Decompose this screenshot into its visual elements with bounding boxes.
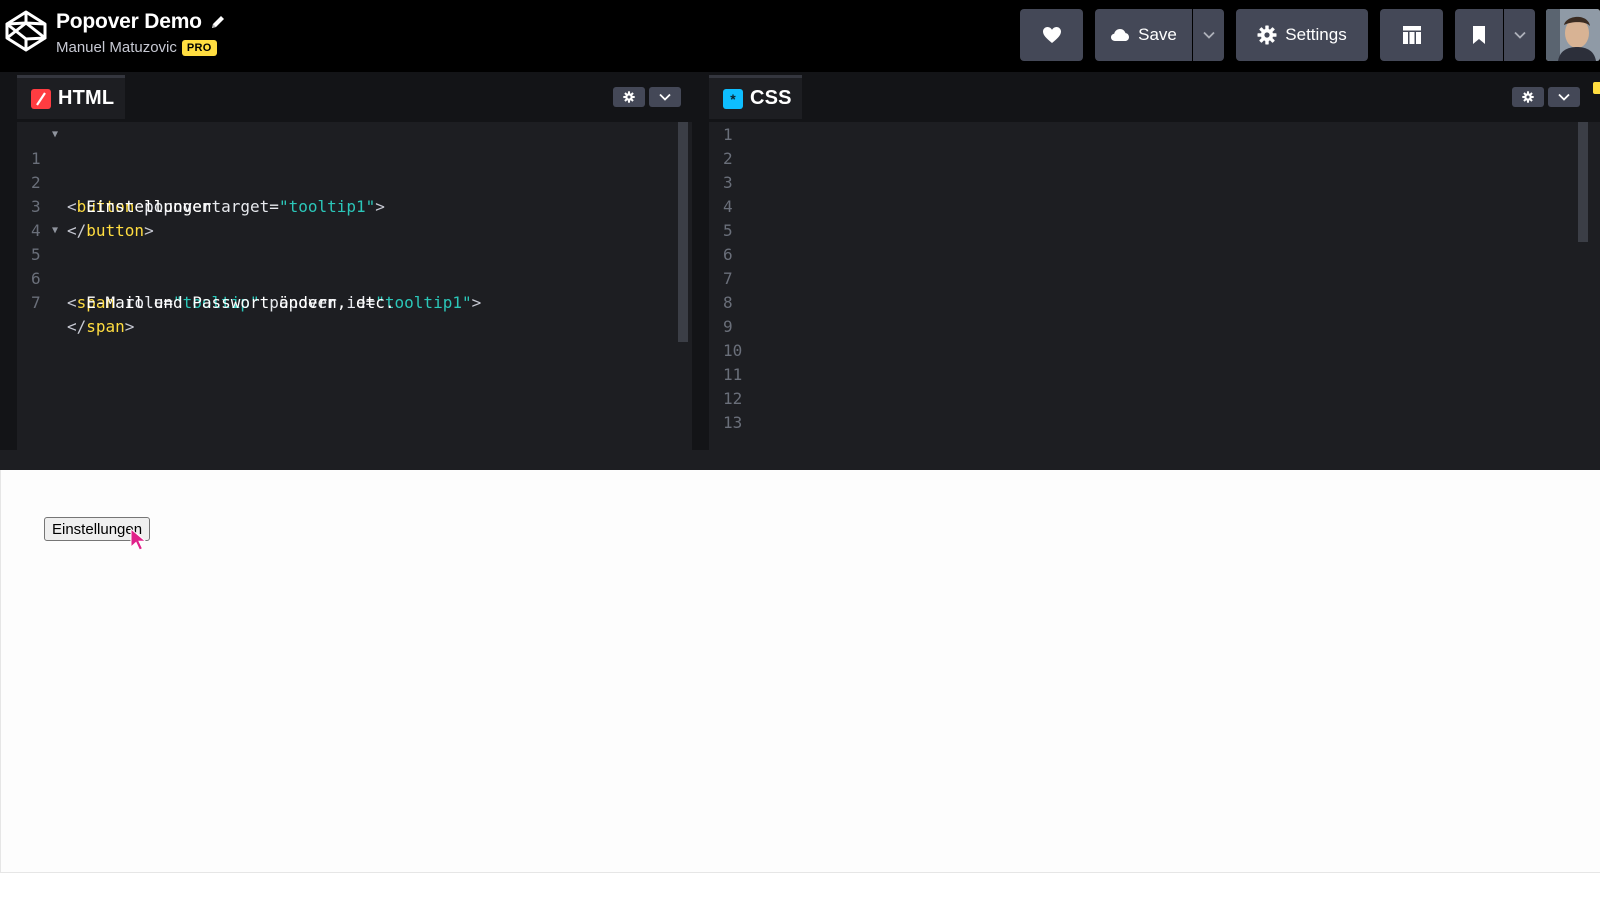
fold-arrow-icon[interactable]: ▼ <box>52 123 58 147</box>
save-button[interactable]: Save <box>1095 9 1192 61</box>
gear-icon <box>623 91 635 103</box>
cloud-icon <box>1111 29 1130 41</box>
settings-button[interactable]: Settings <box>1236 9 1368 61</box>
code-line: 7 <box>709 267 1569 291</box>
gear-icon <box>1522 91 1534 103</box>
settings-label: Settings <box>1285 25 1347 44</box>
code-line: 12 <box>709 387 1569 411</box>
heart-button[interactable] <box>1020 9 1083 61</box>
html-icon <box>31 88 51 109</box>
css-pane-actions <box>1512 87 1580 107</box>
line-number: 7 <box>31 293 41 312</box>
save-dropdown-button[interactable] <box>1193 9 1224 61</box>
css-settings-button[interactable] <box>1512 87 1544 107</box>
line-number: 12 <box>723 389 743 408</box>
heart-icon <box>1042 27 1061 43</box>
line-number: 4 <box>723 197 733 216</box>
author-row: Manuel Matuzovic PRO <box>56 39 217 56</box>
js-pane-edge-tab[interactable] <box>1593 82 1600 94</box>
editor-area: HTML 1 ▼ <button popovertarget="tooltip1… <box>0 72 1600 542</box>
bookmark-icon <box>1473 26 1485 44</box>
layout-grid-icon <box>1402 26 1421 44</box>
avatar-photo-icon <box>1546 9 1600 61</box>
css-editor-pane: * CSS 1 2 3 4 5 6 7 8 9 10 11 12 13 <box>709 72 1600 450</box>
bookmark-button[interactable] <box>1455 9 1503 61</box>
code-line: 1 ▼ <button popovertarget="tooltip1"> <box>17 123 677 216</box>
html-tab-label: HTML <box>58 87 115 109</box>
code-line: 3 <box>709 171 1569 195</box>
fold-arrow-icon[interactable]: ▼ <box>52 219 58 243</box>
author-name[interactable]: Manuel Matuzovic <box>56 39 177 56</box>
codepen-logo-icon[interactable] <box>4 9 48 53</box>
code-line: 6 <box>709 243 1569 267</box>
code-line: 6 E-Mail und Passwort ändern, etc. <box>17 243 677 312</box>
tab-css[interactable]: * CSS <box>709 75 802 119</box>
code-line: 4 <box>17 195 677 240</box>
html-settings-button[interactable] <box>613 87 645 107</box>
css-tabstrip <box>709 72 1600 122</box>
html-collapse-button[interactable] <box>649 87 681 107</box>
pen-title-row: Popover Demo <box>56 10 226 34</box>
left-edge-strip <box>0 72 17 450</box>
pencil-icon[interactable] <box>210 14 226 30</box>
code-line: 3 </button> <box>17 171 677 240</box>
tab-html[interactable]: HTML <box>17 75 125 119</box>
html-pane-actions <box>613 87 681 107</box>
mouse-cursor-icon <box>130 528 147 551</box>
css-collapse-button[interactable] <box>1548 87 1580 107</box>
gear-icon <box>1257 25 1277 45</box>
pen-title[interactable]: Popover Demo <box>56 10 202 34</box>
code-line: 13 <box>709 411 1569 435</box>
code-line: 2 Einstellungen <box>17 147 677 216</box>
code-line: 11 <box>709 363 1569 387</box>
line-number: 10 <box>723 341 743 360</box>
chevron-down-icon <box>1513 31 1526 39</box>
line-number: 3 <box>723 173 733 192</box>
line-number: 6 <box>723 245 733 264</box>
code-line: 4 <box>709 195 1569 219</box>
code-line: 9 <box>709 315 1569 339</box>
code-line: 8 <box>709 291 1569 315</box>
code-text: </span> <box>67 317 135 336</box>
html-editor-pane: HTML 1 ▼ <button popovertarget="tooltip1… <box>0 72 692 450</box>
user-avatar[interactable] <box>1546 9 1600 61</box>
pro-badge: PRO <box>181 39 217 56</box>
line-number: 9 <box>723 317 733 336</box>
code-line: 1 <box>709 123 1569 147</box>
line-number: 2 <box>723 149 733 168</box>
css-tab-label: CSS <box>750 87 792 109</box>
save-label: Save <box>1138 25 1177 44</box>
bottom-strip <box>0 873 1600 900</box>
code-line: 10 <box>709 339 1569 363</box>
chevron-down-icon <box>1558 93 1570 101</box>
code-line: 5 ▼ <span role="tooltip" popover id="too… <box>17 219 677 312</box>
html-scrollbar[interactable] <box>678 122 688 342</box>
line-number: 1 <box>723 125 733 144</box>
css-code-area[interactable]: 1 2 3 4 5 6 7 8 9 10 11 12 13 <box>709 122 1600 450</box>
line-number: 8 <box>723 293 733 312</box>
code-line: 7 </span> <box>17 267 677 336</box>
line-number: 13 <box>723 413 743 432</box>
top-bar: Popover Demo Manuel Matuzovic PRO Save S… <box>0 0 1600 72</box>
line-number: 7 <box>723 269 733 288</box>
css-icon: * <box>723 88 743 109</box>
result-preview: Einstellungen <box>0 470 1600 873</box>
html-code-area[interactable]: 1 ▼ <button popovertarget="tooltip1"> 2 … <box>17 122 692 450</box>
codepen-editor-window: Popover Demo Manuel Matuzovic PRO Save S… <box>0 0 1600 900</box>
code-text: E-Mail und Passwort ändern, etc. <box>67 293 395 312</box>
line-number: 5 <box>723 221 733 240</box>
code-line: 2 <box>709 147 1569 171</box>
chevron-down-icon <box>1202 31 1215 39</box>
css-scrollbar[interactable] <box>1578 122 1588 242</box>
chevron-down-icon <box>659 93 671 101</box>
code-line: 5 <box>709 219 1569 243</box>
change-view-button[interactable] <box>1380 9 1443 61</box>
pane-resize-handle[interactable] <box>692 72 709 450</box>
bookmark-dropdown-button[interactable] <box>1504 9 1535 61</box>
line-number: 11 <box>723 365 743 384</box>
